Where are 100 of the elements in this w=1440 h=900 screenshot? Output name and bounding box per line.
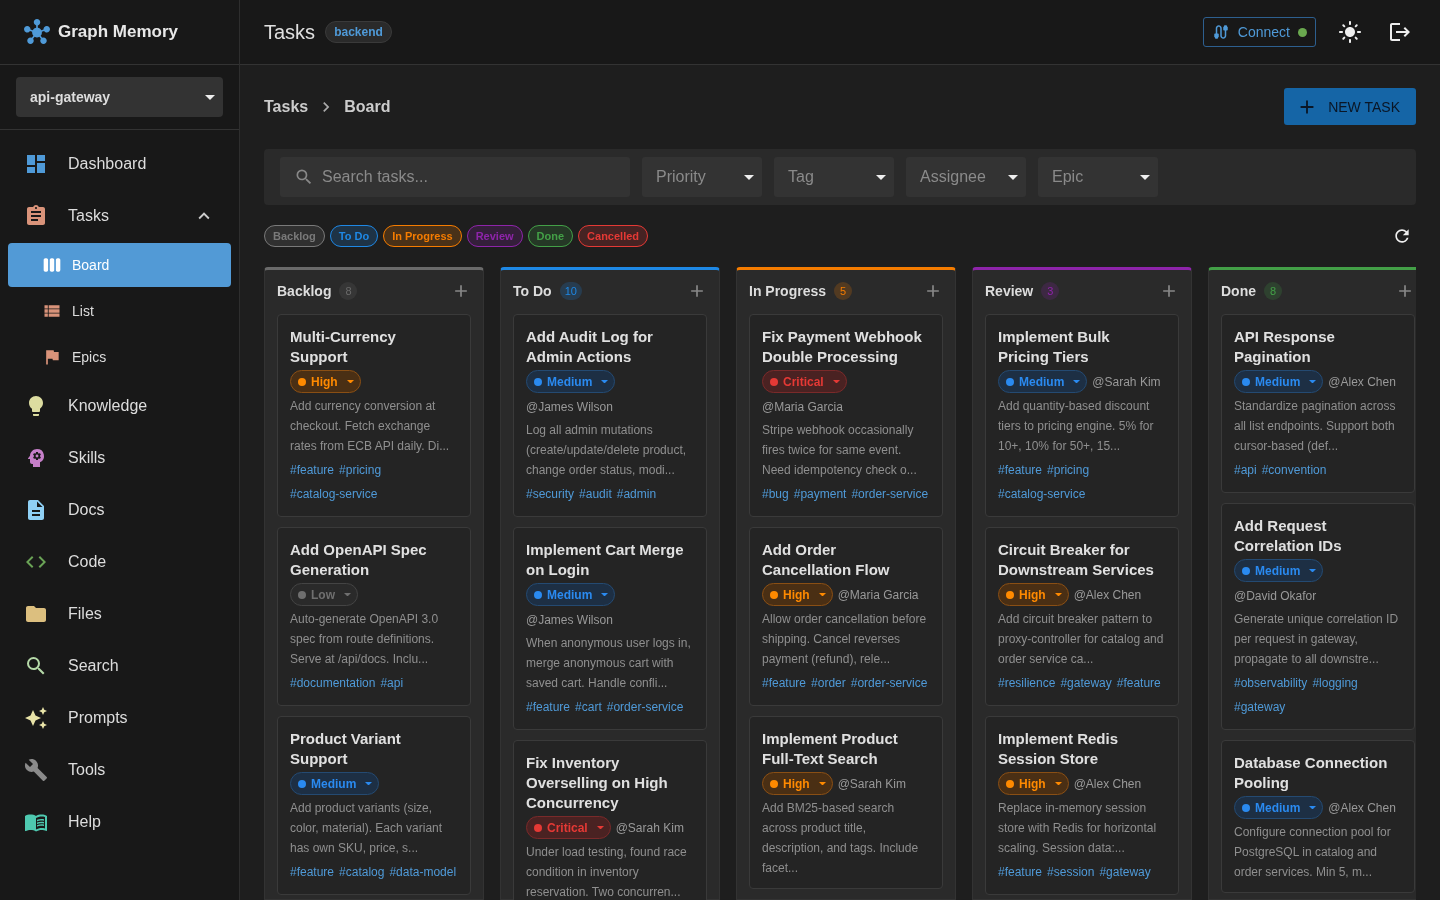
priority-chip[interactable]: Medium xyxy=(526,583,616,606)
caret-icon xyxy=(818,781,826,786)
sidebar-item[interactable]: Search xyxy=(0,640,239,692)
tag-link[interactable]: #feature xyxy=(290,860,335,884)
tag-link[interactable]: #gateway xyxy=(1234,695,1286,719)
priority-dot xyxy=(534,590,542,599)
tag-link[interactable]: #convention xyxy=(1261,458,1327,482)
status-filter-chip[interactable]: Cancelled xyxy=(578,225,649,247)
tag-link[interactable]: #logging xyxy=(1312,671,1358,695)
status-filter-chip[interactable]: Done xyxy=(527,225,574,247)
tag-link[interactable]: #order-service xyxy=(606,695,684,719)
priority-chip[interactable]: Critical xyxy=(762,370,847,393)
new-task-button[interactable]: NEW TASK xyxy=(1284,88,1416,125)
task-card[interactable]: Implement Cart Merge on Login Medium @James Wilson When anonymous user logs in, merge anonymous cart with saved cart. Handle confli... #feature #cart #order-service xyxy=(513,527,707,730)
status-filter-chip[interactable]: To Do xyxy=(329,225,379,247)
tag-link[interactable]: #data-model xyxy=(389,860,457,884)
priority-chip[interactable]: Medium xyxy=(290,772,380,795)
tag-link[interactable]: #resilience xyxy=(998,671,1056,695)
priority-chip[interactable]: High xyxy=(762,583,833,606)
priority-chip[interactable]: Medium xyxy=(526,370,616,393)
tag-link[interactable]: #payment xyxy=(793,482,847,506)
tag-link[interactable]: #feature xyxy=(998,860,1043,884)
task-card[interactable]: Implement Bulk Pricing Tiers Medium @Sarah Kim Add quantity-based discount tiers to pricing engine. 5% for 10+, 10% for 50+, 15... #feature #pricing #catalog-service xyxy=(985,314,1179,517)
task-card[interactable]: Multi-Currency Support High Add currency conversion at checkout. Fetch exchange rates from ECB API daily. Di... #feature #pricing #catalog-service xyxy=(277,314,471,517)
sidebar-item[interactable]: Skills xyxy=(0,432,239,484)
sidebar-item[interactable]: Dashboard xyxy=(0,138,239,190)
priority-dot xyxy=(1006,590,1014,599)
priority-chip[interactable]: Medium xyxy=(1234,370,1324,393)
tag-link[interactable]: #pricing xyxy=(339,458,382,482)
tag-link[interactable]: #documentation xyxy=(290,671,376,695)
status-filter-chip[interactable]: Backlog xyxy=(264,225,325,247)
tag-link[interactable]: #observability xyxy=(1234,671,1308,695)
tag-link[interactable]: #feature xyxy=(1116,671,1161,695)
priority-chip[interactable]: High xyxy=(998,772,1069,795)
task-card[interactable]: Add Request Correlation IDs Medium @David Okafor Generate unique correlation ID per request in gateway, propagate to all downstre... #observability #logging #gateway xyxy=(1221,503,1415,730)
project-select[interactable]: api-gateway xyxy=(16,77,223,117)
task-card[interactable]: Add OpenAPI Spec Generation Low Auto-generate OpenAPI 3.0 spec from route definitions. Serve at /api/docs. Inclu... #documentation #api xyxy=(277,527,471,706)
search-field[interactable]: Search tasks... xyxy=(280,157,630,197)
priority-chip[interactable]: High xyxy=(290,370,361,393)
tag-link[interactable]: #audit xyxy=(579,482,612,506)
task-card[interactable]: Fix Inventory Overselling on High Concurrency Critical @Sarah Kim Under load testing, found race condition in inventory reservation. Two concurren... xyxy=(513,740,707,900)
filter-select[interactable]: Priority xyxy=(642,157,762,197)
tag-link[interactable]: #order-service xyxy=(850,671,928,695)
task-card[interactable]: Add Order Cancellation Flow High @Maria Garcia Allow order cancellation before shipping. Cancel reverses payment (refund), rele... #feature #order #order-service xyxy=(749,527,943,706)
priority-chip[interactable]: Critical xyxy=(526,816,611,839)
tag-link[interactable]: #gateway xyxy=(1060,671,1112,695)
sidebar-item[interactable]: Knowledge xyxy=(0,380,239,432)
tag-link[interactable]: #gateway xyxy=(1099,860,1151,884)
sidebar-item[interactable]: Help xyxy=(0,796,239,848)
task-card[interactable]: Product Variant Support Medium Add product variants (size, color, material). Each variant has own SKU, price, s... #feature #catalog #data-model xyxy=(277,716,471,895)
tag-link[interactable]: #api xyxy=(1234,458,1257,482)
priority-dot xyxy=(770,779,778,788)
sidebar-item[interactable]: Code xyxy=(0,536,239,588)
priority-chip[interactable]: Medium xyxy=(1234,796,1324,819)
breadcrumb-item[interactable]: Tasks xyxy=(264,97,309,116)
priority-chip[interactable]: Low xyxy=(290,583,358,606)
sidebar-item[interactable]: Board xyxy=(8,243,231,287)
task-card[interactable]: Add Audit Log for Admin Actions Medium @James Wilson Log all admin mutations (create/update/delete product, change order status, modi... #security #audit #admin xyxy=(513,314,707,517)
filter-select[interactable]: Tag xyxy=(774,157,894,197)
tag-link[interactable]: #order xyxy=(811,671,846,695)
status-filter-chip[interactable]: In Progress xyxy=(383,225,462,247)
filter-select[interactable]: Assignee xyxy=(906,157,1026,197)
tag-link[interactable]: #order-service xyxy=(851,482,929,506)
tag-link[interactable]: #api xyxy=(380,671,404,695)
tag-link[interactable]: #feature xyxy=(762,671,807,695)
tag-link[interactable]: #feature xyxy=(526,695,571,719)
tag-link[interactable]: #pricing xyxy=(1047,458,1090,482)
tag-link[interactable]: #catalog-service xyxy=(998,482,1086,506)
tag-link[interactable]: #bug xyxy=(762,482,789,506)
tag-link[interactable]: #catalog xyxy=(339,860,385,884)
tag-link[interactable]: #feature xyxy=(998,458,1043,482)
sidebar-item[interactable]: Tools xyxy=(0,744,239,796)
task-card[interactable]: Implement Redis Session Store High @Alex Chen Replace in-memory session store with Redis for horizontal scaling. Session data:... #feature #session #gateway xyxy=(985,716,1179,895)
task-title: Fix Payment Webhook Double Processing xyxy=(762,327,923,367)
task-card[interactable]: Circuit Breaker for Downstream Services High @Alex Chen Add circuit breaker pattern to proxy-controller for catalog and order service ca... #resilience #gateway #feature xyxy=(985,527,1179,706)
priority-chip[interactable]: Medium xyxy=(998,370,1088,393)
tag-link[interactable]: #feature xyxy=(290,458,335,482)
sidebar-item[interactable]: Epics xyxy=(8,335,231,379)
sidebar-item[interactable]: Tasks xyxy=(0,190,239,242)
sidebar-label: Code xyxy=(68,553,108,571)
tag-link[interactable]: #session xyxy=(1047,860,1095,884)
sidebar-item[interactable]: Prompts xyxy=(0,692,239,744)
sidebar-item[interactable]: Files xyxy=(0,588,239,640)
connect-button[interactable]: Connect xyxy=(1202,17,1316,47)
task-card[interactable]: Implement Product Full-Text Search High @Sarah Kim Add BM25-based search across product title, description, and tags. Include facet... xyxy=(749,716,943,889)
task-card[interactable]: Database Connection Pooling Medium @Alex Chen Configure connection pool for PostgreSQL in catalog and order services. Min 5, m... xyxy=(1221,740,1415,893)
priority-chip[interactable]: High xyxy=(998,583,1069,606)
tag-link[interactable]: #catalog-service xyxy=(290,482,378,506)
sidebar-item[interactable]: List xyxy=(8,289,231,333)
task-card[interactable]: API Response Pagination Medium @Alex Chen Standardize pagination across all list endpoints. Support both cursor-based (def... #api #convention xyxy=(1221,314,1415,493)
task-description: Under load testing, found race condition in inventory reservation. Two concurren... xyxy=(526,844,688,900)
sidebar-item[interactable]: Docs xyxy=(0,484,239,536)
priority-chip[interactable]: Medium xyxy=(1234,559,1324,582)
tag-link[interactable]: #admin xyxy=(616,482,657,506)
tag-link[interactable]: #security xyxy=(526,482,575,506)
tag-link[interactable]: #cart xyxy=(575,695,602,719)
priority-dot xyxy=(1006,779,1014,788)
task-card[interactable]: Fix Payment Webhook Double Processing Critical @Maria Garcia Stripe webhook occasionally fires twice for same event. Need idempotency check o... #bug #payment #order-service xyxy=(749,314,943,517)
priority-chip[interactable]: High xyxy=(762,772,833,795)
filter-select[interactable]: Epic xyxy=(1038,157,1158,197)
